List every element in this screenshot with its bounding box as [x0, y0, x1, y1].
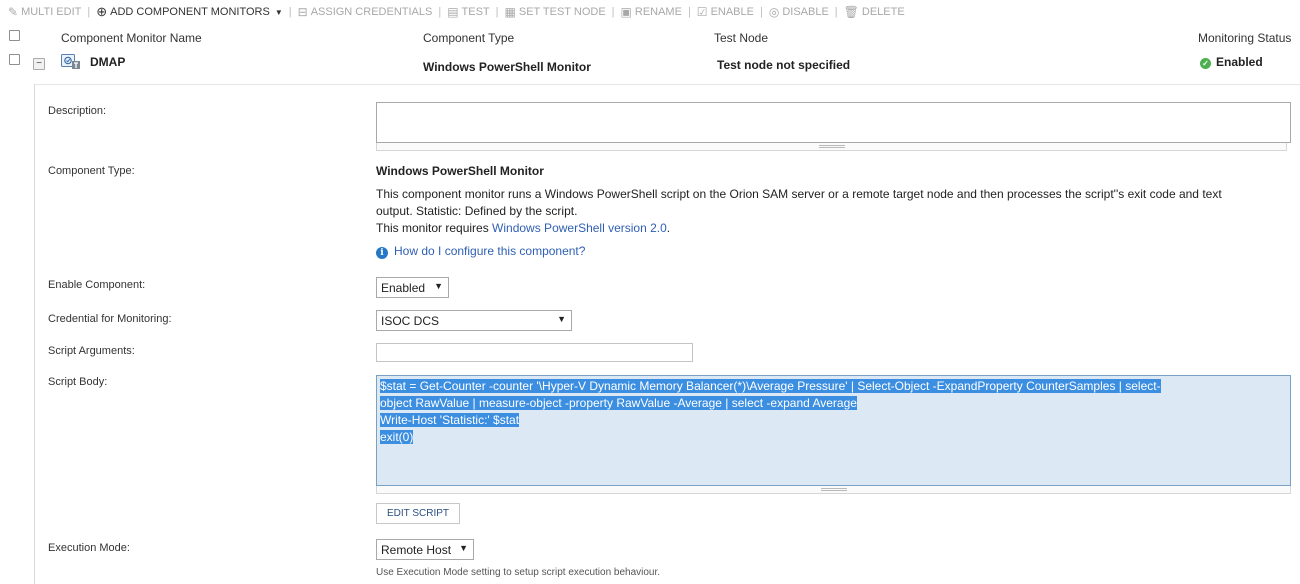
script-body-resize-handle[interactable] — [376, 486, 1291, 494]
component-type-desc-line-1: This component monitor runs a Windows Po… — [376, 187, 1222, 201]
column-header-type[interactable]: Component Type — [423, 31, 514, 45]
info-icon: i — [376, 247, 388, 259]
component-type-label: Component Type: — [48, 165, 135, 177]
test-node-value: Test node not specified — [717, 58, 851, 72]
script-line: Write-Host 'Statistic:' $stat — [380, 413, 520, 427]
execution-mode-value: Remote Host — [381, 543, 452, 557]
check-circle-icon: ✓ — [1200, 58, 1211, 69]
component-type-description: This component monitor runs a Windows Po… — [376, 186, 1286, 237]
grip-icon — [818, 145, 845, 148]
edit-script-button[interactable]: EDIT SCRIPT — [376, 503, 460, 524]
description-label: Description: — [48, 105, 107, 117]
column-header-status[interactable]: Monitoring Status — [1198, 31, 1291, 45]
requirements-line: This monitor requires Windows PowerShell… — [376, 220, 1286, 237]
status-badge: ✓ Enabled — [1200, 55, 1263, 69]
how-to-configure-link[interactable]: How do I configure this component? — [394, 244, 585, 258]
component-type-value: Windows PowerShell Monitor — [423, 60, 591, 74]
enable-component-label: Enable Component: — [48, 279, 146, 291]
toolbar-divider: | — [288, 6, 292, 18]
enable-component-select[interactable]: Enabled ▼ — [376, 277, 449, 298]
dropdown-arrow-icon: ▼ — [459, 543, 468, 553]
powershell-version-link[interactable]: Windows PowerShell version 2.0 — [492, 221, 667, 235]
status-label: Enabled — [1216, 55, 1263, 69]
enable-icon: ☑ — [696, 5, 708, 19]
column-header-name[interactable]: Component Monitor Name — [61, 31, 202, 45]
dropdown-arrow-icon: ▼ — [557, 314, 566, 324]
column-header-test-node[interactable]: Test Node — [714, 31, 768, 45]
enable-component-value: Enabled — [381, 281, 426, 295]
rename-label: RENAME — [634, 6, 682, 18]
credentials-icon: ⊟ — [297, 5, 308, 19]
assign-credentials-button[interactable]: ⊟ ASSIGN CREDENTIALS — [298, 5, 433, 19]
assign-credentials-label: ASSIGN CREDENTIALS — [310, 6, 433, 18]
credential-value: ISOC DCS — [381, 314, 440, 328]
toolbar-divider: | — [87, 6, 91, 18]
collapse-icon[interactable]: − — [33, 58, 45, 70]
test-button[interactable]: ▤ TEST — [447, 5, 489, 19]
toolbar-divider: | — [611, 6, 615, 18]
script-line: $stat = Get-Counter -counter '\Hyper-V D… — [380, 379, 1161, 393]
rename-icon: ▣ — [620, 5, 632, 19]
disable-button[interactable]: ◎ DISABLE — [769, 5, 829, 19]
add-component-monitors-button[interactable]: ⊕ ADD COMPONENT MONITORS ▼ — [96, 4, 283, 20]
table-row[interactable]: − DMAP Windows PowerShell Monitor Test n… — [0, 51, 1300, 81]
description-textarea[interactable] — [376, 102, 1291, 143]
enable-button[interactable]: ☑ ENABLE — [697, 5, 754, 19]
toolbar-divider: | — [687, 6, 691, 18]
script-body-label: Script Body: — [48, 376, 108, 388]
row-checkbox[interactable] — [9, 54, 20, 65]
script-line: object RawValue | measure-object -proper… — [380, 396, 857, 410]
disable-icon: ◎ — [768, 5, 780, 19]
table-header: Component Monitor Name Component Type Te… — [0, 29, 1300, 47]
toolbar: ✎ MULTI EDIT | ⊕ ADD COMPONENT MONITORS … — [0, 0, 1300, 24]
set-test-node-icon: ▦ — [504, 5, 516, 19]
component-type-desc-line-2: output. Statistic: Defined by the script… — [376, 204, 578, 218]
test-label: TEST — [461, 6, 490, 18]
delete-button[interactable]: 🗑 DELETE — [844, 5, 905, 19]
set-test-node-label: SET TEST NODE — [518, 6, 606, 18]
pencil-icon: ✎ — [8, 5, 19, 19]
how-to-configure[interactable]: i How do I configure this component? — [376, 244, 585, 259]
toolbar-divider: | — [438, 6, 442, 18]
powershell-monitor-icon — [61, 54, 80, 69]
grip-icon — [820, 488, 847, 491]
add-component-monitors-label: ADD COMPONENT MONITORS — [110, 6, 270, 18]
script-arguments-input[interactable] — [376, 343, 693, 362]
toolbar-divider: | — [759, 6, 763, 18]
caret-down-icon: ▼ — [274, 7, 283, 17]
disable-label: DISABLE — [782, 6, 829, 18]
dropdown-arrow-icon: ▼ — [434, 281, 443, 291]
credential-select[interactable]: ISOC DCS ▼ — [376, 310, 572, 331]
script-line: exit(0) — [380, 430, 414, 444]
component-detail-panel — [34, 84, 1300, 584]
execution-mode-label: Execution Mode: — [48, 542, 130, 554]
select-all-checkbox[interactable] — [9, 30, 20, 41]
execution-mode-select[interactable]: Remote Host ▼ — [376, 539, 474, 560]
requires-prefix: This monitor requires — [376, 221, 493, 235]
test-icon: ▤ — [447, 5, 459, 19]
enable-label: ENABLE — [710, 6, 754, 18]
trash-icon: 🗑 — [843, 5, 859, 19]
requires-suffix: . — [666, 221, 671, 235]
toolbar-divider: | — [834, 6, 838, 18]
credential-label: Credential for Monitoring: — [48, 313, 172, 325]
plus-circle-icon: ⊕ — [96, 4, 108, 19]
multi-edit-button[interactable]: ✎ MULTI EDIT — [8, 5, 81, 19]
description-resize-handle[interactable] — [376, 143, 1287, 151]
execution-mode-hint: Use Execution Mode setting to setup scri… — [376, 567, 661, 578]
script-arguments-label: Script Arguments: — [48, 345, 135, 357]
delete-label: DELETE — [861, 6, 905, 18]
component-type-title: Windows PowerShell Monitor — [376, 164, 544, 178]
script-body-textarea[interactable]: $stat = Get-Counter -counter '\Hyper-V D… — [376, 375, 1291, 486]
set-test-node-button[interactable]: ▦ SET TEST NODE — [505, 5, 606, 19]
component-name[interactable]: DMAP — [90, 55, 125, 69]
toolbar-divider: | — [495, 6, 499, 18]
rename-button[interactable]: ▣ RENAME — [621, 5, 682, 19]
multi-edit-label: MULTI EDIT — [21, 6, 82, 18]
